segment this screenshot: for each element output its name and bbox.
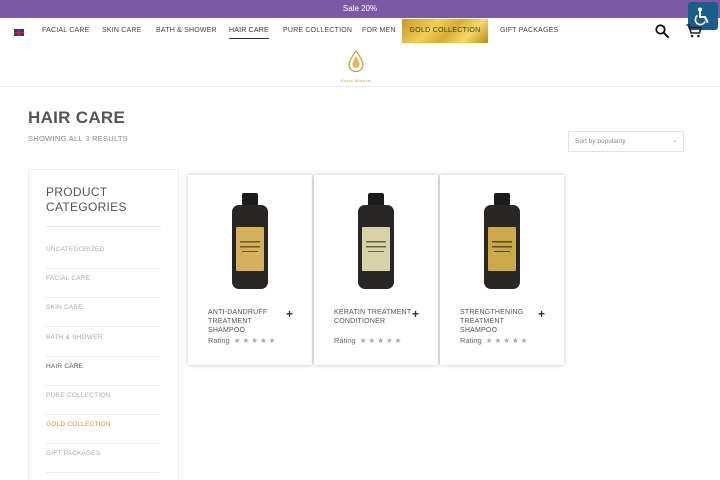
search-icon[interactable] — [655, 24, 669, 38]
header-divider — [0, 86, 720, 87]
conditioner-bottle-image[interactable] — [355, 193, 397, 291]
nav-item-gift-packages[interactable]: GIFT PACKAGES — [500, 18, 558, 46]
product-rating: Rating ★★★★★ — [334, 336, 403, 345]
sidebar-title-divider — [46, 226, 161, 227]
product-name[interactable]: STRENGTHENING TREATMENT SHAMPOO — [460, 308, 538, 335]
shampoo-bottle-image[interactable] — [229, 193, 271, 291]
rating-stars: ★★★★★ — [359, 336, 404, 345]
bottle-label — [362, 227, 390, 271]
cart-icon[interactable] — [686, 24, 702, 38]
sidebar-title: PRODUCT CATEGORIES — [46, 185, 127, 214]
rating-label: Rating — [460, 336, 482, 345]
sort-select[interactable]: Sort by popularity ⌄ — [568, 131, 684, 152]
nav-item-gold-collection[interactable]: GOLD COLLECTION — [402, 19, 488, 43]
uk-flag-icon[interactable] — [14, 29, 24, 36]
sidebar-item-hair-care[interactable]: HAIR CARE — [46, 357, 161, 386]
product-rating: Rating ★★★★★ — [208, 336, 277, 345]
nav-item-for-men[interactable]: FOR MEN — [362, 18, 396, 46]
results-count: SHOWING ALL 3 RESULTS — [28, 134, 129, 143]
logo[interactable]: Swiss Mineral — [334, 50, 378, 84]
product-card[interactable]: ANTI-DANDRUFF TREATMENT SHAMPOO + Rating… — [188, 175, 312, 365]
sidebar-item-pure-collection[interactable]: PURE COLLECTION — [46, 386, 161, 415]
sidebar-item-uncategorized[interactable]: UNCATEGORIZED — [46, 240, 161, 269]
product-rating: Rating ★★★★★ — [460, 336, 529, 345]
rating-label: Rating — [334, 336, 356, 345]
promo-banner: Sale 20% — [0, 0, 720, 18]
nav-item-pure-collection[interactable]: PURE COLLECTION — [283, 18, 352, 46]
drop-logo-icon — [348, 50, 364, 73]
nav-item-hair-care[interactable]: HAIR CARE — [229, 18, 269, 46]
rating-label: Rating — [208, 336, 230, 345]
nav-item-bath-shower[interactable]: BATH & SHOWER — [156, 18, 217, 46]
shampoo-bottle-image[interactable] — [481, 193, 523, 291]
add-to-cart-icon[interactable]: + — [286, 307, 293, 321]
sidebar-item-facial-care[interactable]: FACIAL CARE — [46, 269, 161, 298]
rating-stars: ★★★★★ — [485, 336, 530, 345]
main-nav: FACIAL CARE SKIN CARE BATH & SHOWER HAIR… — [0, 18, 720, 46]
nav-item-skin-care[interactable]: SKIN CARE — [102, 18, 142, 46]
bottle-label — [236, 227, 264, 271]
product-card[interactable]: KERATIN TREATMENT CONDITIONER + Rating ★… — [314, 175, 438, 365]
add-to-cart-icon[interactable]: + — [412, 307, 419, 321]
product-card[interactable]: STRENGTHENING TREATMENT SHAMPOO + Rating… — [440, 175, 564, 365]
sort-selected-value: Sort by popularity — [575, 138, 626, 145]
bottle-label — [488, 227, 516, 271]
sidebar-item-bath-shower[interactable]: BATH & SHOWER — [46, 328, 161, 357]
promo-text: Sale 20% — [342, 4, 378, 13]
chevron-down-icon: ⌄ — [671, 138, 677, 144]
product-name[interactable]: ANTI-DANDRUFF TREATMENT SHAMPOO — [208, 308, 286, 335]
category-sidebar: PRODUCT CATEGORIES UNCATEGORIZED FACIAL … — [28, 169, 179, 480]
page-title: HAIR CARE — [28, 108, 126, 127]
logo-name: Swiss Mineral — [340, 78, 372, 83]
add-to-cart-icon[interactable]: + — [538, 307, 545, 321]
sidebar-item-gold-collection[interactable]: GOLD COLLECTION — [46, 415, 161, 444]
nav-item-facial-care[interactable]: FACIAL CARE — [42, 18, 89, 46]
sidebar-item-skin-care[interactable]: SKIN CARE — [46, 298, 161, 327]
sidebar-item-gift-packages[interactable]: GIFT PACKAGES — [46, 444, 161, 473]
product-name[interactable]: KERATIN TREATMENT CONDITIONER — [334, 308, 412, 326]
rating-stars: ★★★★★ — [233, 336, 278, 345]
